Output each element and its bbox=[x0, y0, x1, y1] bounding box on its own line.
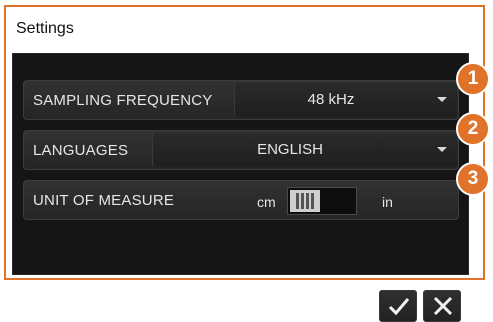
check-icon bbox=[388, 298, 410, 316]
cancel-button[interactable] bbox=[423, 290, 461, 322]
title-bar: Settings bbox=[6, 7, 483, 51]
callout-1: 1 bbox=[456, 62, 490, 96]
window-title: Settings bbox=[16, 20, 74, 37]
settings-panel: SAMPLING FREQUENCY 48 kHz LANGUAGES ENGL… bbox=[12, 53, 469, 322]
unit-cm-label: cm bbox=[257, 194, 276, 210]
confirm-button[interactable] bbox=[379, 290, 417, 322]
sampling-frequency-row: SAMPLING FREQUENCY 48 kHz bbox=[23, 80, 459, 120]
callout-3: 3 bbox=[456, 162, 490, 196]
unit-in-label: in bbox=[382, 194, 393, 210]
unit-of-measure-row: UNIT OF MEASURE cm in bbox=[23, 180, 459, 220]
sampling-frequency-value: 48 kHz bbox=[307, 91, 355, 108]
unit-of-measure-label: UNIT OF MEASURE bbox=[33, 192, 175, 209]
languages-dropdown[interactable]: ENGLISH bbox=[152, 133, 457, 167]
close-icon bbox=[433, 296, 453, 316]
languages-row: LANGUAGES ENGLISH bbox=[23, 130, 459, 170]
sampling-frequency-label: SAMPLING FREQUENCY bbox=[33, 92, 213, 109]
unit-toggle-switch[interactable] bbox=[287, 187, 357, 215]
sampling-frequency-dropdown[interactable]: 48 kHz bbox=[234, 83, 457, 117]
toggle-knob[interactable] bbox=[290, 190, 320, 212]
languages-label: LANGUAGES bbox=[33, 142, 129, 159]
callout-2: 2 bbox=[456, 112, 490, 146]
languages-value: ENGLISH bbox=[257, 141, 323, 158]
chevron-down-icon bbox=[437, 97, 447, 102]
settings-window: Settings SAMPLING FREQUENCY 48 kHz LANGU… bbox=[4, 5, 485, 322]
chevron-down-icon bbox=[437, 147, 447, 152]
